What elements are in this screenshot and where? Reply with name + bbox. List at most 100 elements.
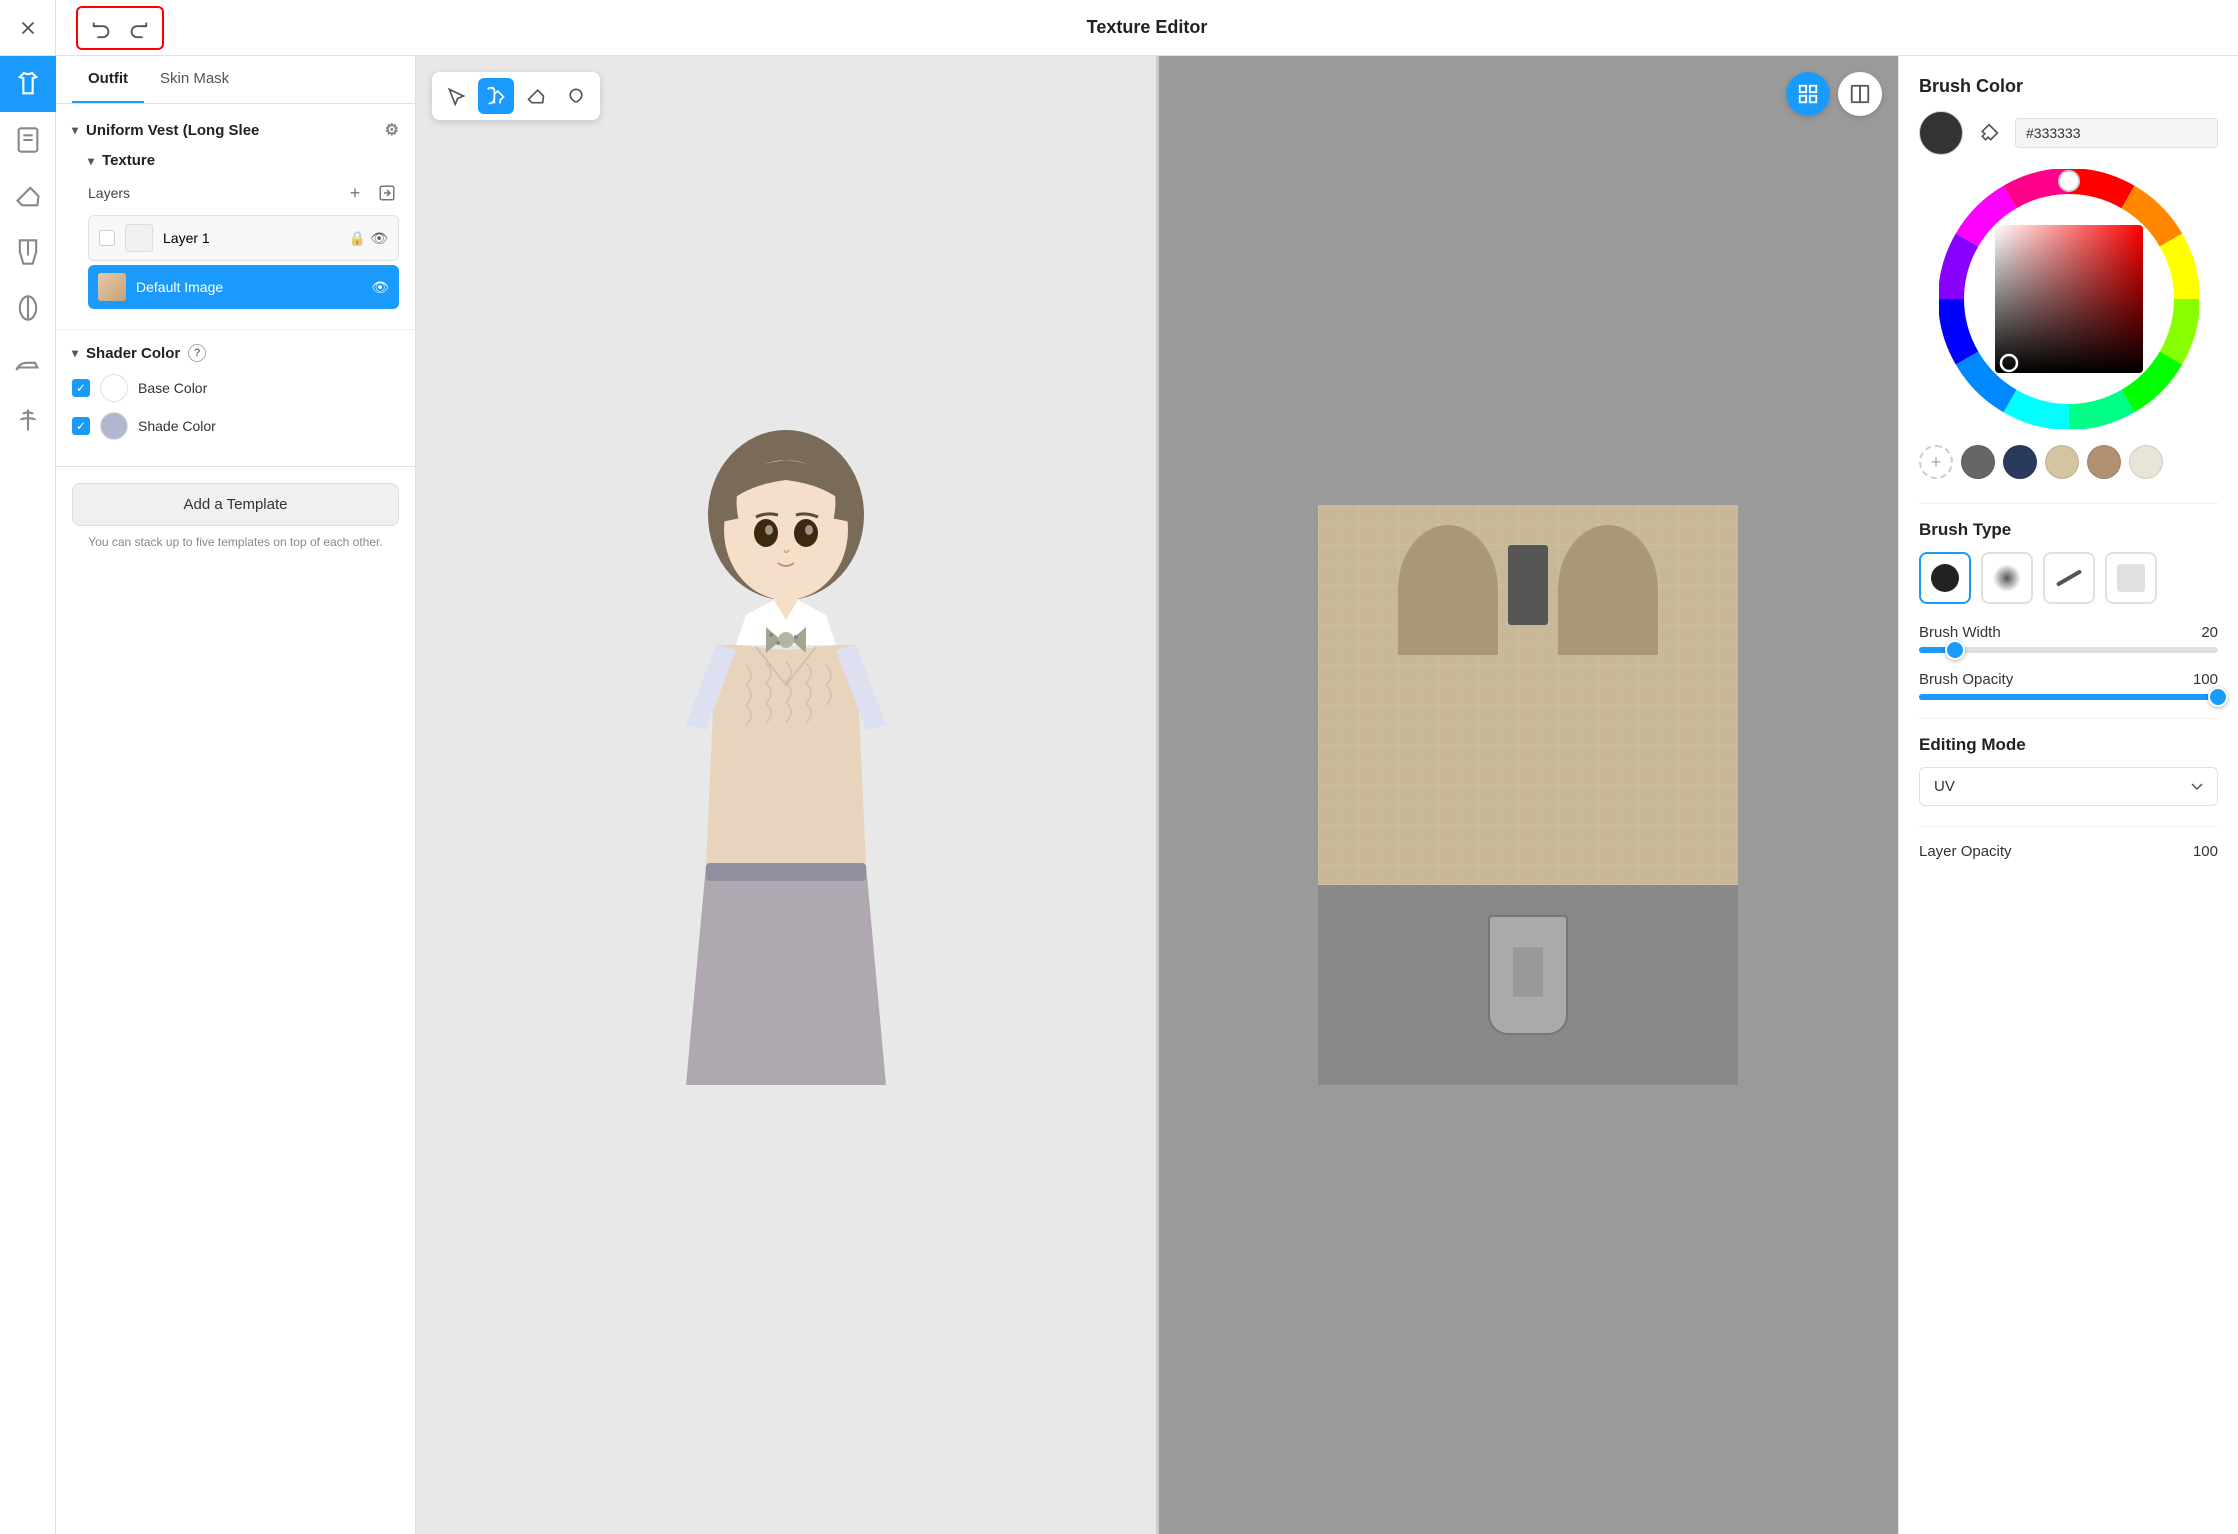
select-tool-button[interactable]: [438, 78, 474, 114]
add-preset-button[interactable]: +: [1919, 445, 1953, 479]
add-template-button[interactable]: Add a Template: [72, 483, 399, 526]
brush-opacity-label: Brush Opacity: [1919, 671, 2013, 688]
left-sidebar: [0, 0, 56, 1534]
layer-opacity-label-row: Layer Opacity 100: [1919, 843, 2218, 860]
sidebar-icon-outfit[interactable]: [0, 56, 56, 112]
page-title: Texture Editor: [1087, 17, 1208, 38]
brush-type-section: Brush Type: [1919, 520, 2218, 604]
redo-button[interactable]: [122, 12, 154, 44]
fill-tool-button[interactable]: [558, 78, 594, 114]
sidebar-icon-eraser[interactable]: [0, 168, 56, 224]
default-image-icons: 👁: [371, 279, 389, 296]
help-icon[interactable]: ?: [188, 344, 206, 362]
chevron-down-icon: ▾: [72, 123, 78, 137]
sidebar-icon-pants[interactable]: [0, 224, 56, 280]
brush-color-title: Brush Color: [1919, 76, 2218, 97]
close-button[interactable]: [0, 0, 56, 56]
texture-bottom-area: [1318, 885, 1738, 1085]
shade-color-checkbox[interactable]: [72, 417, 90, 435]
brush-width-track[interactable]: [1919, 647, 2218, 653]
canvas-toolbar-right: [1786, 72, 1882, 116]
default-image-thumb: [98, 273, 126, 301]
canvas-area: [416, 56, 1898, 1534]
brush-type-hard[interactable]: [1919, 552, 1971, 604]
layer-1-name: Layer 1: [163, 230, 339, 246]
texture-skirt-detail: [1513, 947, 1543, 997]
sidebar-icon-shoes[interactable]: [0, 336, 56, 392]
texture-skirt-piece: [1488, 915, 1568, 1035]
preset-color-2[interactable]: [2003, 445, 2037, 479]
canvas-right: [1159, 56, 1899, 1534]
layer-1-icons: 🔒 👁: [349, 230, 388, 247]
shader-color-section: ▾ Shader Color ? Base Color Shade Color: [56, 329, 415, 466]
base-color-row: Base Color: [72, 374, 399, 402]
tab-outfit[interactable]: Outfit: [72, 56, 144, 103]
base-color-checkbox[interactable]: [72, 379, 90, 397]
editing-mode-section: Editing Mode UV 3D: [1919, 735, 2218, 806]
undo-button[interactable]: [86, 12, 118, 44]
eraser-tool-button[interactable]: [518, 78, 554, 114]
brush-opacity-track[interactable]: [1919, 694, 2218, 700]
brush-width-thumb[interactable]: [1945, 640, 1965, 660]
middle-area: Outfit Skin Mask ▾ Uniform Vest (Long Sl…: [56, 56, 2238, 1534]
layer-1-checkbox[interactable]: [99, 230, 115, 246]
outfit-name: Uniform Vest (Long Slee: [86, 122, 259, 139]
sidebar-icon-accessory[interactable]: [0, 392, 56, 448]
brush-tool-button[interactable]: [478, 78, 514, 114]
layer-item-1[interactable]: Layer 1 🔒 👁: [88, 215, 399, 261]
brush-type-line[interactable]: [2043, 552, 2095, 604]
settings-icon[interactable]: ⚙: [385, 120, 399, 140]
tab-skin-mask[interactable]: Skin Mask: [144, 56, 245, 103]
character-preview: [626, 385, 946, 1205]
brush-opacity-value: 100: [2193, 671, 2218, 688]
brush-opacity-thumb[interactable]: [2208, 687, 2228, 707]
texture-preview-container: [1318, 505, 1738, 1085]
import-layer-button[interactable]: [375, 181, 399, 205]
add-template-hint: You can stack up to five templates on to…: [88, 534, 382, 551]
preset-colors: +: [1919, 445, 2218, 479]
sidebar-icon-torso[interactable]: [0, 280, 56, 336]
outfit-header: ▾ Uniform Vest (Long Slee ⚙: [72, 120, 399, 140]
editing-mode-title: Editing Mode: [1919, 735, 2218, 755]
sidebar-icon-body[interactable]: [0, 112, 56, 168]
texture-label: Texture: [102, 152, 155, 169]
hex-color-value[interactable]: #333333: [2015, 118, 2218, 148]
eyedropper-button[interactable]: [1973, 117, 2005, 149]
panel-tabs: Outfit Skin Mask: [56, 56, 415, 104]
brush-width-label-row: Brush Width 20: [1919, 624, 2218, 641]
canvas-left: [416, 56, 1156, 1534]
grid-view-button[interactable]: [1786, 72, 1830, 116]
preset-color-3[interactable]: [2045, 445, 2079, 479]
add-template-section: Add a Template You can stack up to five …: [56, 466, 415, 567]
split-view-button[interactable]: [1838, 72, 1882, 116]
layers-actions: +: [343, 181, 399, 205]
layer-item-default[interactable]: Default Image 👁: [88, 265, 399, 309]
texture-chevron-icon: ▾: [88, 154, 94, 168]
canvas-split: [416, 56, 1898, 1534]
brush-color-swatch[interactable]: [1919, 111, 1963, 155]
texture-vest-area: [1318, 505, 1738, 885]
preset-color-5[interactable]: [2129, 445, 2163, 479]
add-layer-button[interactable]: +: [343, 181, 367, 205]
layers-section: Layers +: [88, 181, 399, 309]
color-wheel-container[interactable]: [1919, 169, 2218, 429]
color-wheel[interactable]: [1939, 169, 2199, 429]
editing-mode-select[interactable]: UV 3D: [1919, 767, 2218, 806]
undo-redo-group: [76, 6, 164, 50]
right-panel: Brush Color #333333: [1898, 56, 2238, 1534]
brush-type-textured[interactable]: [2105, 552, 2157, 604]
default-image-name: Default Image: [136, 279, 361, 295]
eye-slash-icon: 👁: [371, 279, 389, 296]
hard-brush-icon: [1931, 564, 1959, 592]
layers-label: Layers: [88, 185, 130, 201]
textured-brush-icon: [2117, 564, 2145, 592]
shade-color-swatch[interactable]: [100, 412, 128, 440]
divider-2: [1919, 718, 2218, 719]
brush-width-value: 20: [2201, 624, 2218, 641]
brush-color-section: Brush Color #333333: [1919, 76, 2218, 479]
base-color-swatch[interactable]: [100, 374, 128, 402]
left-panel: Outfit Skin Mask ▾ Uniform Vest (Long Sl…: [56, 56, 416, 1534]
preset-color-1[interactable]: [1961, 445, 1995, 479]
preset-color-4[interactable]: [2087, 445, 2121, 479]
brush-type-soft[interactable]: [1981, 552, 2033, 604]
